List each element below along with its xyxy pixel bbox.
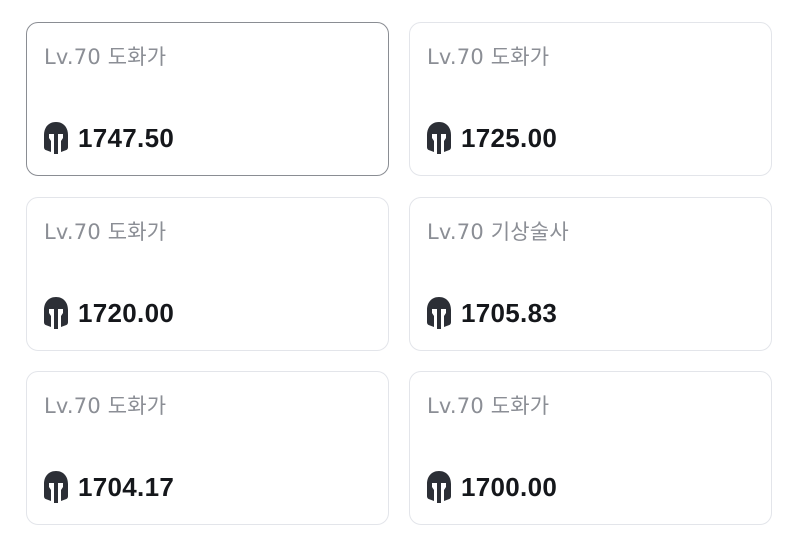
character-card-grid: Lv.70 도화가 1747.50 Lv.70 도화가 1725.00 Lv.7…: [0, 0, 800, 539]
character-card[interactable]: Lv.70 도화가 1700.00: [409, 371, 772, 525]
spartan-helmet-icon: [44, 122, 68, 154]
spartan-helmet-icon: [427, 122, 451, 154]
item-level-row: 1705.83: [426, 296, 557, 330]
character-level-class: Lv.70 기상술사: [427, 220, 569, 244]
character-level-class: Lv.70 도화가: [427, 394, 550, 418]
character-card[interactable]: Lv.70 도화가 1747.50: [26, 22, 389, 176]
spartan-helmet-icon: [427, 297, 451, 329]
item-level-score: 1725.00: [461, 122, 558, 153]
item-level-score: 1700.00: [461, 471, 558, 502]
item-level-score: 1704.17: [78, 471, 175, 502]
item-level-row: 1720.00: [43, 296, 174, 330]
character-level-class: Lv.70 도화가: [44, 220, 167, 244]
character-level-class: Lv.70 도화가: [44, 45, 167, 69]
item-level-row: 1747.50: [43, 121, 174, 155]
character-level-class: Lv.70 도화가: [427, 45, 550, 69]
item-level-score: 1705.83: [461, 297, 558, 328]
spartan-helmet-icon: [44, 297, 68, 329]
item-level-row: 1700.00: [426, 470, 557, 504]
item-level-row: 1725.00: [426, 121, 557, 155]
spartan-helmet-icon: [427, 471, 451, 503]
character-card[interactable]: Lv.70 도화가 1704.17: [26, 371, 389, 525]
character-card[interactable]: Lv.70 기상술사 1705.83: [409, 197, 772, 351]
item-level-score: 1747.50: [78, 122, 175, 153]
item-level-row: 1704.17: [43, 470, 174, 504]
character-card[interactable]: Lv.70 도화가 1725.00: [409, 22, 772, 176]
character-level-class: Lv.70 도화가: [44, 394, 167, 418]
character-card[interactable]: Lv.70 도화가 1720.00: [26, 197, 389, 351]
spartan-helmet-icon: [44, 471, 68, 503]
item-level-score: 1720.00: [78, 297, 175, 328]
